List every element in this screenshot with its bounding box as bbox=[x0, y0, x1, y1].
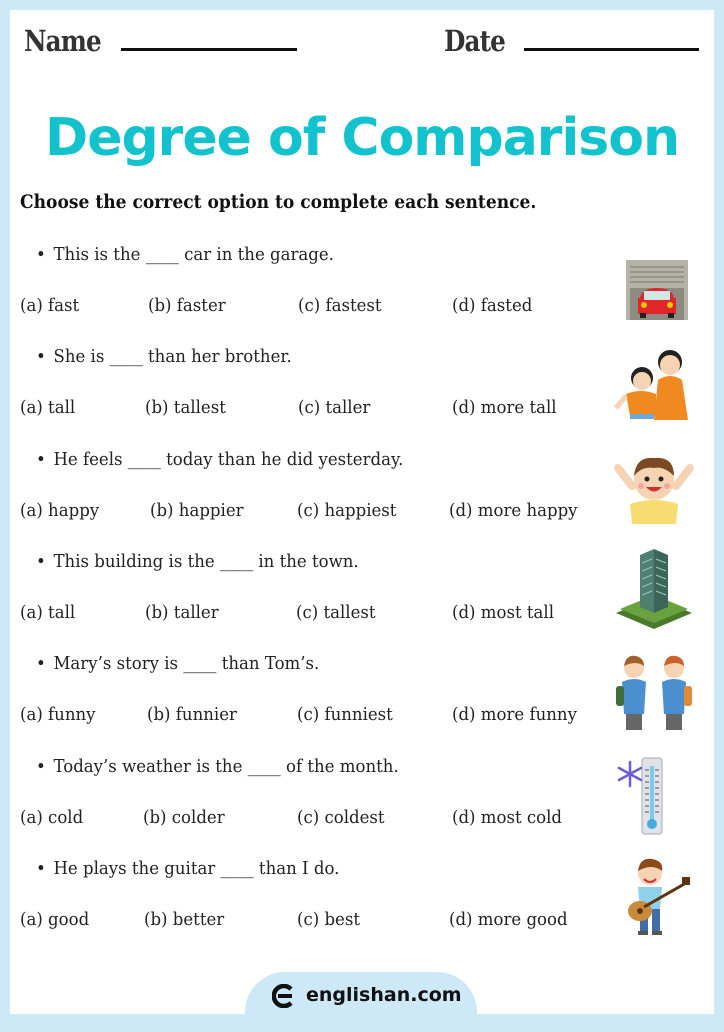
name-line[interactable] bbox=[121, 48, 297, 51]
answer-option[interactable]: (a) good bbox=[20, 909, 89, 930]
sentence-text: He plays the guitar ____ than I do. bbox=[53, 857, 340, 879]
siblings-icon bbox=[612, 340, 696, 424]
answer-option[interactable]: (b) taller bbox=[145, 602, 219, 623]
answer-option[interactable]: (b) funnier bbox=[147, 704, 237, 725]
bullet-icon: • bbox=[36, 857, 46, 879]
two-kids-talking-icon bbox=[612, 650, 696, 734]
englishan-logo-icon bbox=[272, 984, 293, 1008]
page-title: Degree of Comparison bbox=[45, 108, 680, 168]
answer-option[interactable]: (b) happier bbox=[150, 500, 244, 521]
answer-option[interactable]: (c) taller bbox=[298, 397, 370, 418]
instructions: Choose the correct option to complete ea… bbox=[20, 191, 537, 213]
bullet-icon: • bbox=[36, 550, 46, 572]
sentence-text: He feels ____ today than he did yesterda… bbox=[53, 448, 404, 470]
answer-option[interactable]: (c) best bbox=[297, 909, 360, 930]
answer-option[interactable]: (c) tallest bbox=[296, 602, 376, 623]
answer-option[interactable]: (a) happy bbox=[20, 500, 99, 521]
answer-option[interactable]: (d) fasted bbox=[452, 295, 532, 316]
answer-option[interactable]: (d) more tall bbox=[452, 397, 557, 418]
name-label: Name bbox=[24, 24, 102, 58]
boy-guitar-icon bbox=[612, 855, 696, 939]
question-sentence: • He feels ____ today than he did yesterd… bbox=[36, 449, 403, 470]
answer-option[interactable]: (d) most tall bbox=[452, 602, 554, 623]
answer-option[interactable]: (d) more good bbox=[449, 909, 568, 930]
date-label: Date bbox=[444, 24, 506, 58]
answer-option[interactable]: (a) tall bbox=[20, 602, 75, 623]
date-line[interactable] bbox=[524, 48, 699, 51]
sentence-text: Today’s weather is the ____ of the month… bbox=[53, 755, 399, 777]
answer-option[interactable]: (a) funny bbox=[20, 704, 96, 725]
answer-option[interactable]: (a) tall bbox=[20, 397, 75, 418]
answer-option[interactable]: (d) most cold bbox=[452, 807, 562, 828]
answer-option[interactable]: (a) fast bbox=[20, 295, 79, 316]
answer-option[interactable]: (b) better bbox=[144, 909, 224, 930]
question-sentence: • This is the ____ car in the garage. bbox=[36, 244, 334, 265]
question-sentence: • He plays the guitar ____ than I do. bbox=[36, 858, 339, 879]
answer-option[interactable]: (b) tallest bbox=[145, 397, 226, 418]
garage-car-icon bbox=[612, 250, 696, 334]
thermometer-snowflake-icon bbox=[612, 752, 696, 836]
sentence-text: She is ____ than her brother. bbox=[53, 346, 292, 368]
answer-option[interactable]: (d) more happy bbox=[449, 500, 578, 521]
sentence-text: Mary’s story is ____ than Tom’s. bbox=[53, 653, 320, 675]
bullet-icon: • bbox=[36, 244, 46, 265]
question-sentence: • Mary’s story is ____ than Tom’s. bbox=[36, 653, 319, 674]
sentence-text: This building is the ____ in the town. bbox=[53, 550, 359, 572]
bullet-icon: • bbox=[36, 346, 46, 368]
answer-option[interactable]: (d) more funny bbox=[452, 704, 577, 725]
bullet-icon: • bbox=[36, 755, 46, 777]
answer-option[interactable]: (b) faster bbox=[148, 295, 226, 316]
answer-option[interactable]: (c) happiest bbox=[297, 500, 396, 521]
answer-option[interactable]: (c) coldest bbox=[297, 807, 385, 828]
building-icon bbox=[612, 545, 696, 629]
question-sentence: • This building is the ____ in the town. bbox=[36, 551, 359, 572]
footer-site-link[interactable]: englishan.com bbox=[306, 984, 462, 1006]
answer-option[interactable]: (c) fastest bbox=[298, 295, 382, 316]
happy-boy-icon bbox=[612, 446, 696, 530]
sentence-text: This is the ____ car in the garage. bbox=[53, 244, 334, 265]
question-sentence: • Today’s weather is the ____ of the mont… bbox=[36, 756, 399, 777]
answer-option[interactable]: (b) colder bbox=[143, 807, 225, 828]
answer-option[interactable]: (a) cold bbox=[20, 807, 83, 828]
answer-option[interactable]: (c) funniest bbox=[297, 704, 393, 725]
bullet-icon: • bbox=[36, 653, 46, 675]
bullet-icon: • bbox=[36, 448, 46, 470]
question-sentence: • She is ____ than her brother. bbox=[36, 346, 292, 367]
